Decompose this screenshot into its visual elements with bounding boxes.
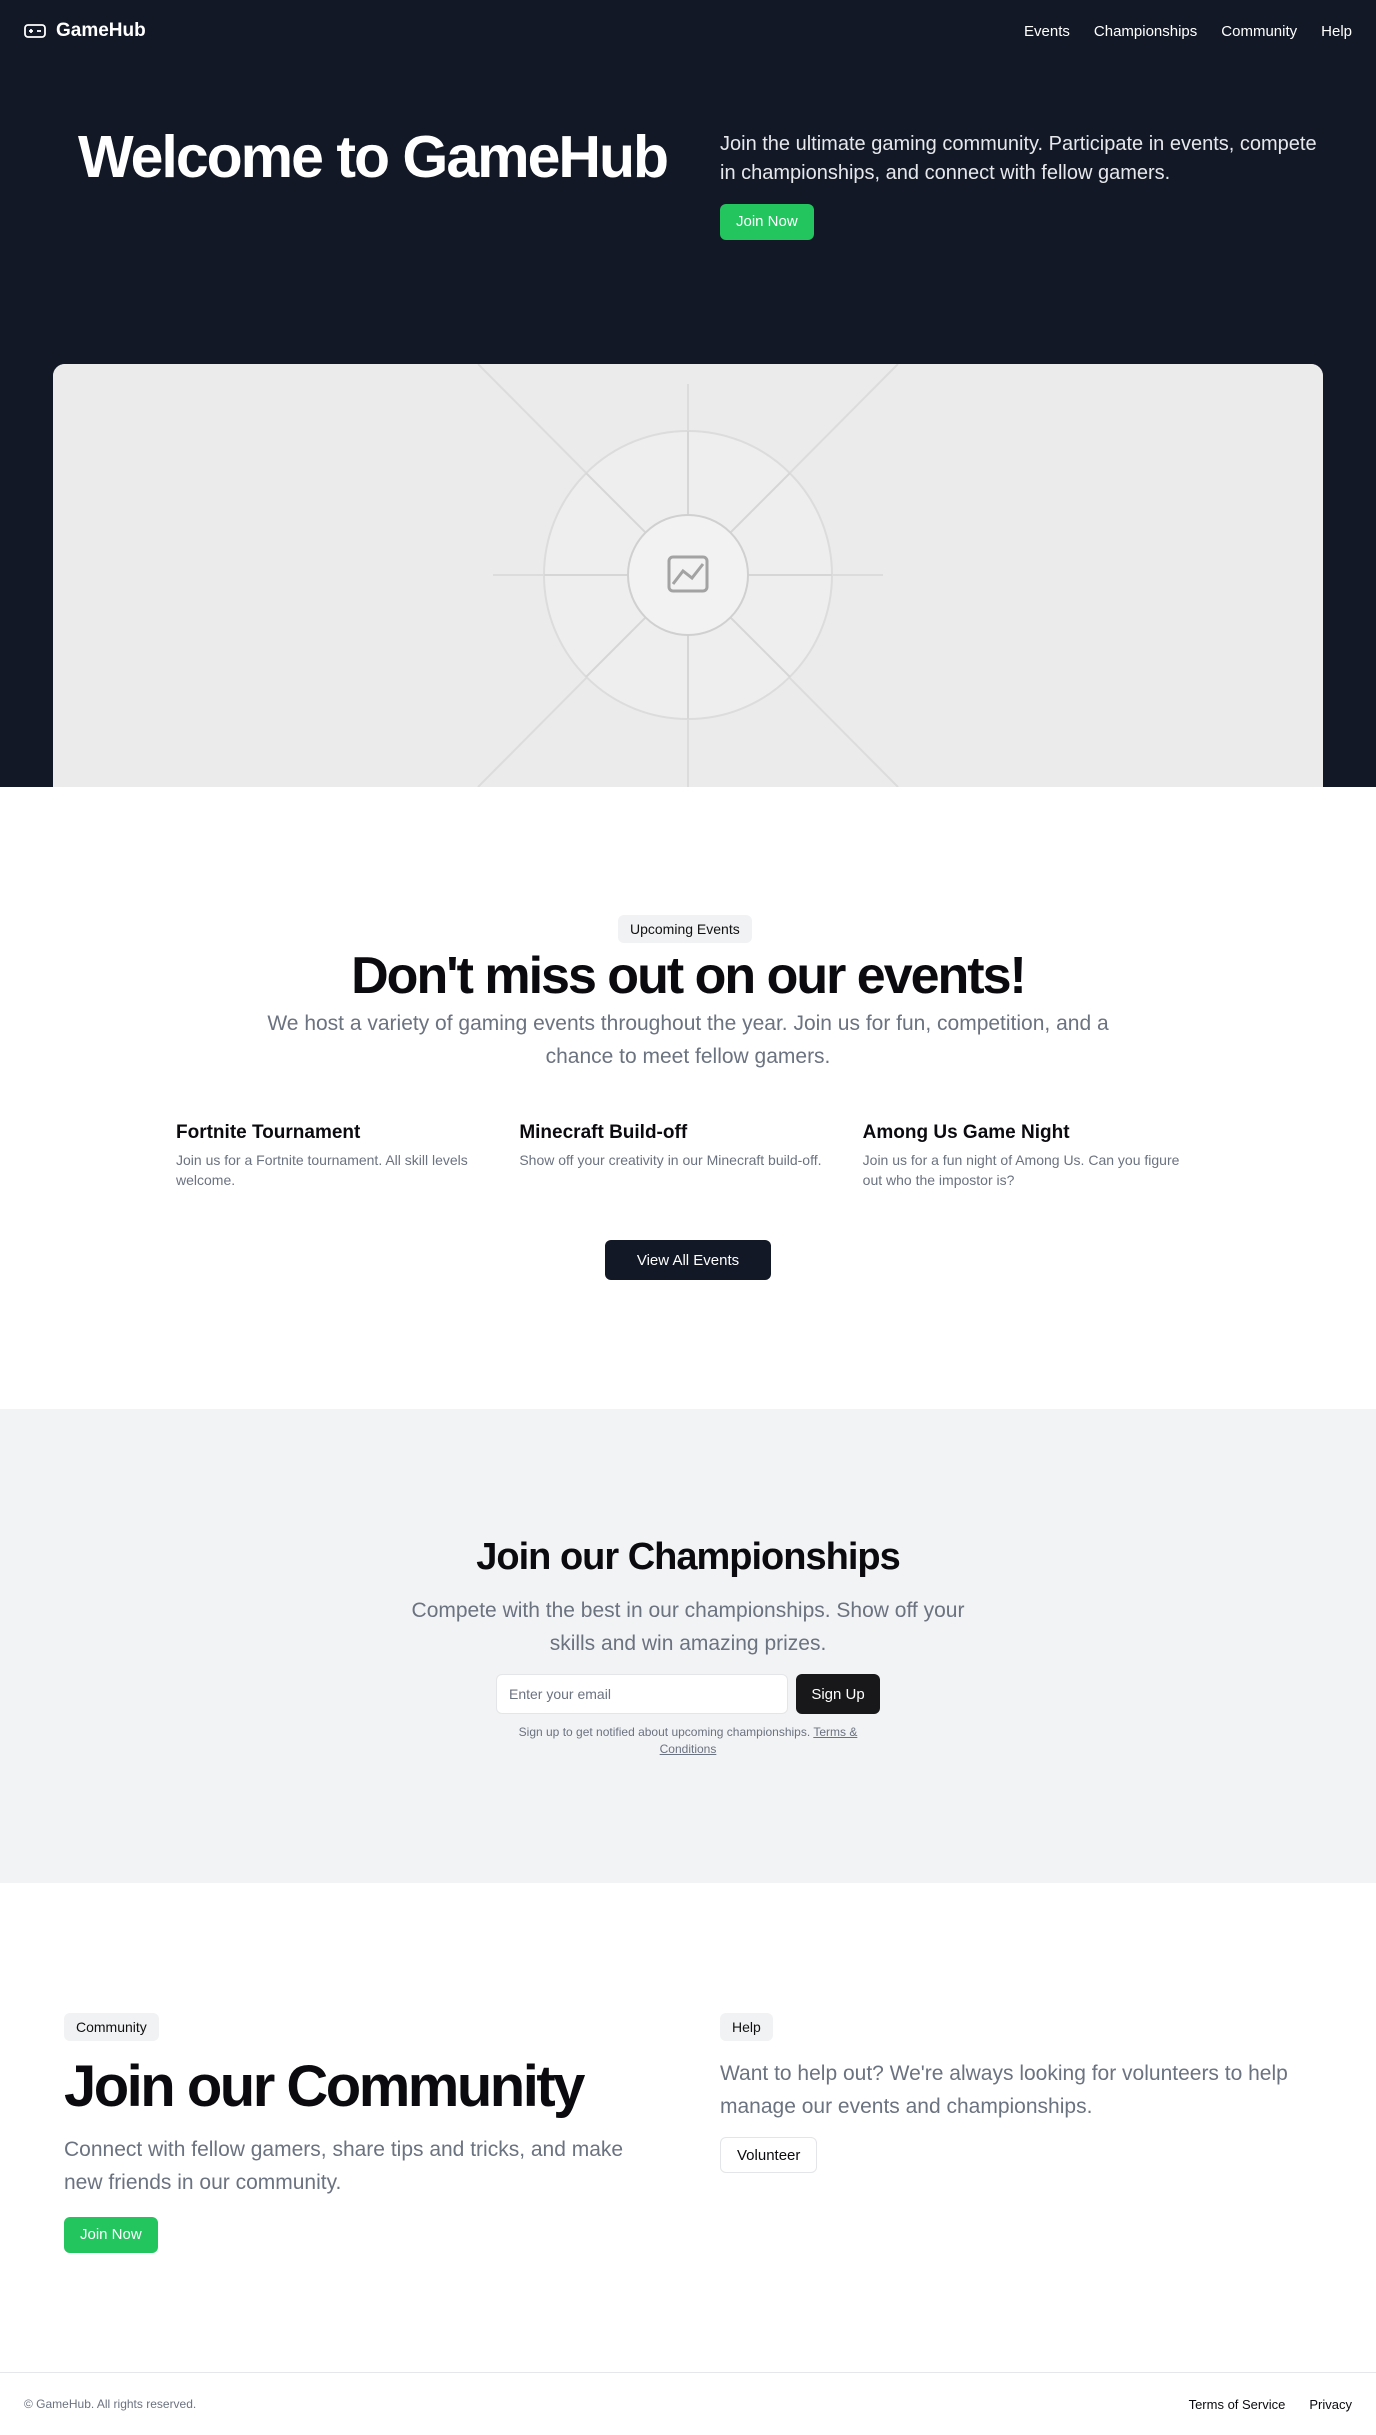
top-navigation: GameHub Events Championships Community H… [0, 0, 1376, 62]
nav-link-events[interactable]: Events [1024, 23, 1070, 40]
championships-subtitle: Compete with the best in our championshi… [411, 1599, 965, 1655]
event-description: Show off your creativity in our Minecraf… [519, 1152, 822, 1168]
signup-form: Sign Up [496, 1674, 880, 1714]
event-card: Among Us Game Night Join us for a fun ni… [863, 1122, 1206, 1190]
hero-intro-block: Join the ultimate gaming community. Part… [720, 130, 1320, 240]
event-title: Minecraft Build-off [519, 1122, 688, 1143]
nav-link-championships[interactable]: Championships [1094, 23, 1197, 40]
sign-up-button[interactable]: Sign Up [796, 1674, 880, 1714]
gamepad-icon [24, 23, 46, 39]
event-description: Join us for a fun night of Among Us. Can… [862, 1152, 1180, 1188]
footer-link-privacy[interactable]: Privacy [1309, 2397, 1352, 2412]
nav-link-help[interactable]: Help [1321, 23, 1352, 40]
event-title: Fortnite Tournament [176, 1122, 361, 1143]
brand-name: GameHub [56, 20, 146, 41]
events-section: Upcoming Events Don't miss out on our ev… [0, 787, 1376, 1409]
hero-join-button[interactable]: Join Now [720, 204, 814, 240]
hero-heading-block: Welcome to GameHub [78, 124, 669, 190]
event-title: Among Us Game Night [862, 1122, 1070, 1143]
nav-link-community[interactable]: Community [1221, 23, 1297, 40]
hero-title: Welcome to GameHub [78, 124, 669, 190]
hero-description: Join the ultimate gaming community. Part… [720, 133, 1317, 184]
event-description: Join us for a Fortnite tournament. All s… [176, 1152, 468, 1188]
events-title: Don't miss out on our events! [351, 947, 1027, 1005]
footer: © GameHub. All rights reserved. Terms of… [0, 2372, 1376, 2435]
image-placeholder-graphic [53, 364, 1323, 787]
nav-links: Events Championships Community Help [1024, 23, 1352, 40]
email-field[interactable] [496, 1674, 788, 1714]
footer-link-terms[interactable]: Terms of Service [1189, 2397, 1286, 2412]
signup-note-text: Sign up to get notified about upcoming c… [518, 1725, 811, 1739]
view-all-events-button[interactable]: View All Events [605, 1240, 771, 1280]
championships-section: Join our Championships Compete with the … [0, 1409, 1376, 1883]
community-badge: Community [64, 2013, 159, 2041]
help-badge: Help [720, 2013, 773, 2041]
events-badge: Upcoming Events [618, 915, 752, 943]
community-join-button[interactable]: Join Now [64, 2216, 158, 2253]
event-list: Fortnite Tournament Join us for a Fortni… [176, 1122, 1206, 1190]
footer-links: Terms of Service Privacy [1189, 2397, 1352, 2412]
hero-section: GameHub Events Championships Community H… [0, 0, 1376, 787]
community-title: Join our Community [64, 2054, 585, 2119]
community-section: Community Join our Community Connect wit… [0, 1883, 1376, 2372]
help-block: Help Want to help out? We're always look… [720, 2013, 1320, 2173]
signup-note: Sign up to get notified about upcoming c… [500, 1724, 876, 1758]
event-card: Fortnite Tournament Join us for a Fortni… [176, 1122, 519, 1190]
help-description: Want to help out? We're always looking f… [720, 2062, 1288, 2118]
copyright: © GameHub. All rights reserved. [24, 2397, 197, 2411]
community-block: Community Join our Community Connect wit… [64, 2013, 654, 2253]
community-description: Connect with fellow gamers, share tips a… [64, 2137, 624, 2194]
events-subtitle: We host a variety of gaming events throu… [267, 1012, 1109, 1068]
championships-title: Join our Championships [476, 1536, 900, 1578]
hero-image-placeholder [53, 364, 1323, 787]
brand[interactable]: GameHub [24, 20, 146, 42]
event-card: Minecraft Build-off Show off your creati… [519, 1122, 862, 1190]
volunteer-button[interactable]: Volunteer [720, 2137, 818, 2173]
